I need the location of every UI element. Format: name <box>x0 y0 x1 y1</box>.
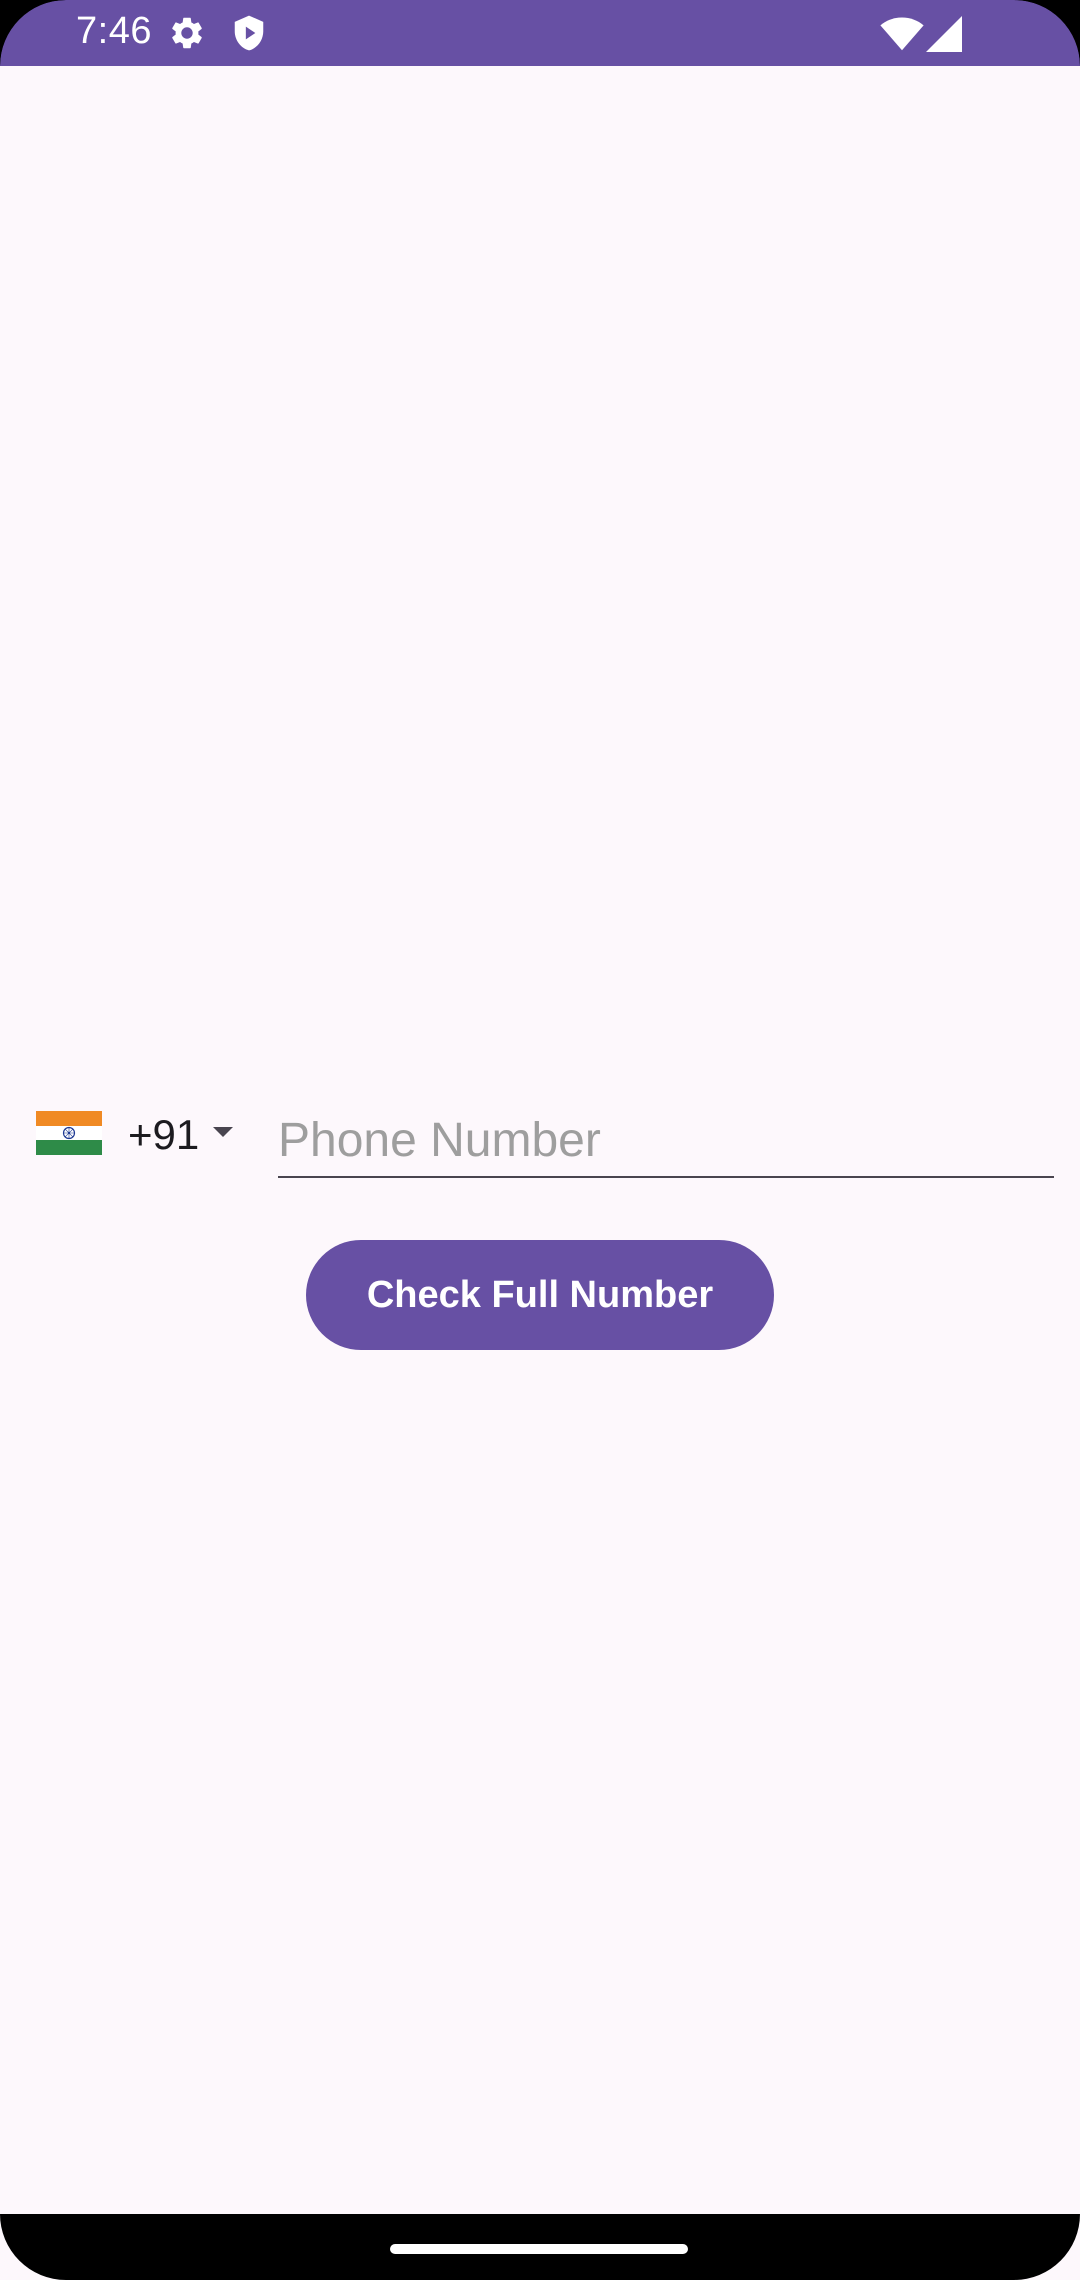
play-protect-icon <box>230 14 268 57</box>
signal-icon <box>926 16 962 57</box>
phone-field-container <box>278 1104 1054 1178</box>
gear-icon <box>168 14 206 57</box>
phone-input-row: +91 <box>36 1100 1056 1180</box>
wifi-icon <box>880 16 924 57</box>
country-code-picker[interactable]: +91 <box>36 1100 246 1170</box>
india-flag-icon <box>36 1111 102 1156</box>
home-gesture-handle[interactable] <box>390 2244 688 2254</box>
dial-code: +91 <box>128 1111 200 1158</box>
check-full-number-button[interactable]: Check Full Number <box>306 1240 774 1350</box>
chevron-down-icon <box>213 1127 234 1137</box>
app-screen: 7:46 +91 Phone Number Check Full Number <box>0 0 1080 2280</box>
status-time: 7:46 <box>76 10 152 52</box>
phone-number-input[interactable] <box>278 1104 1054 1176</box>
status-bar: 7:46 <box>0 0 1080 66</box>
ashoka-chakra-icon <box>62 1126 76 1140</box>
navigation-bar <box>0 2214 1080 2280</box>
